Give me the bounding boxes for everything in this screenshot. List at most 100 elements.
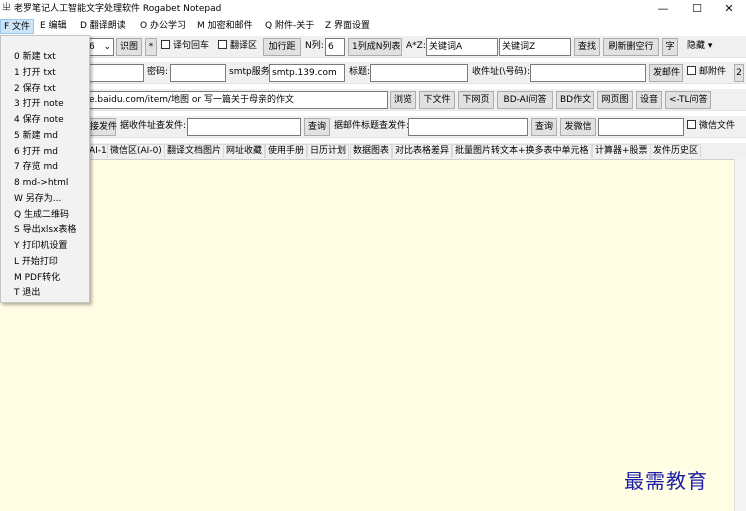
menu-bar: F 文件 E 编辑 D 翻译朗读 O 办公学习 M 加密和邮件 Q 附件-关于 … (0, 18, 746, 35)
subject-input[interactable] (370, 64, 468, 82)
menu-new-md[interactable]: 5 新建 md (14, 129, 58, 143)
bd-essay-button[interactable]: BD作文 (556, 91, 594, 109)
menu-attachment-about[interactable]: Q 附件-关于 (262, 19, 317, 34)
tab-strip: AI-1) 微信区(AI-0) 翻译文档图片 网址收藏 使用手册 日历计划 数据… (0, 143, 746, 159)
title-bar: ㄓ 老罗笔记人工智能文字处理软件 Rogabet Notepad — ☐ ✕ (0, 0, 746, 18)
recognize-image-button[interactable]: 识图 (116, 38, 142, 56)
search-by-subject-label: 据邮件标题查发件: (334, 121, 410, 131)
menu-start-print[interactable]: L 开始打印 (14, 255, 58, 269)
email-account-input[interactable] (86, 64, 144, 82)
maximize-button[interactable]: ☐ (680, 0, 714, 18)
chevron-down-icon: ⌄ (103, 42, 111, 52)
n-cols-input[interactable]: 6 (325, 38, 345, 56)
extra-button[interactable]: 2 (734, 64, 744, 82)
password-input[interactable] (170, 64, 226, 82)
menu-translate[interactable]: D 翻译朗读 (77, 19, 129, 34)
one-to-n-cols-button[interactable]: 1列成N列表 (348, 38, 402, 56)
menu-file[interactable]: F 文件 (0, 19, 35, 34)
checkbox-icon (218, 40, 227, 49)
toolbar-query: 接发件 据收件址查发件: 查询 据邮件标题查发件: 查询 发微信 微信文件 (0, 116, 746, 138)
menu-printer-settings[interactable]: Y 打印机设置 (14, 239, 67, 253)
tab-calculator-stocks[interactable]: 计算器+股票 (592, 144, 651, 158)
wechat-file-checkbox[interactable]: 微信文件 (686, 118, 736, 136)
menu-save-note[interactable]: 4 保存 note (14, 113, 64, 127)
browse-button[interactable]: 浏览 (390, 91, 416, 109)
download-page-button[interactable]: 下网页 (458, 91, 494, 109)
minimize-button[interactable]: — (646, 0, 680, 18)
menu-office[interactable]: O 办公学习 (137, 19, 189, 34)
mail-attachment-checkbox[interactable]: 邮附件 (686, 64, 727, 82)
checkbox-icon (687, 66, 696, 75)
line-spacing-button[interactable]: 加行距 (263, 38, 301, 56)
download-file-button[interactable]: 下文件 (419, 91, 455, 109)
char-button[interactable]: 字 (662, 38, 678, 56)
refresh-remove-blank-button[interactable]: 刷新删空行 (603, 38, 659, 56)
tab-batch-image-text[interactable]: 批量图片转文本+换多表中单元格 (452, 144, 592, 158)
send-mail-button[interactable]: 发邮件 (649, 64, 683, 82)
menu-open-md[interactable]: 6 打开 md (14, 145, 58, 159)
wechat-input[interactable] (598, 118, 684, 136)
tab-send-history[interactable]: 发件历史区 (650, 144, 702, 158)
menu-ui-settings[interactable]: Z 界面设置 (322, 19, 373, 34)
keyword-z-input[interactable]: 关键词Z (499, 38, 571, 56)
subject-label: 标题: (349, 67, 371, 77)
toolbar-format: 6 ⌄ 识图 * 译句回车 翻译区 加行距 N列: 6 1列成N列表 A*Z: 关… (0, 36, 746, 58)
search-by-sender-label: 据收件址查发件: (120, 121, 187, 131)
tab-bookmarks[interactable]: 网址收藏 (223, 144, 266, 158)
receive-send-button[interactable]: 接发件 (86, 118, 117, 136)
menu-pdf-convert[interactable]: M PDF转化 (14, 271, 60, 285)
wrap-sentence-checkbox[interactable]: 译句回车 (160, 38, 210, 56)
menu-encrypt-mail[interactable]: M 加密和邮件 (194, 19, 256, 34)
wechat-file-label: 微信文件 (699, 121, 736, 131)
menu-preview-md[interactable]: 7 存览 md (14, 160, 58, 174)
smtp-input[interactable]: smtp.139.com (269, 64, 345, 82)
search-subject-input[interactable] (408, 118, 528, 136)
send-wechat-button[interactable]: 发微信 (560, 118, 596, 136)
az-label: A*Z: (406, 41, 426, 51)
chevron-down-icon: ▾ (707, 41, 713, 51)
translate-area-checkbox[interactable]: 翻译区 (217, 38, 258, 56)
webpage-image-button[interactable]: 网页图 (597, 91, 633, 109)
tab-data-charts[interactable]: 数据图表 (350, 144, 393, 158)
tl-qa-button[interactable]: <-TL问答 (665, 91, 711, 109)
star-button[interactable]: * (145, 38, 157, 56)
menu-md-to-html[interactable]: 8 md->html (14, 176, 68, 190)
menu-open-note[interactable]: 3 打开 note (14, 97, 64, 111)
find-button[interactable]: 查找 (574, 38, 600, 56)
menu-save-txt[interactable]: 2 保存 txt (14, 82, 56, 96)
n-cols-label: N列: (305, 41, 324, 51)
translate-area-label: 翻译区 (230, 41, 258, 51)
url-input[interactable]: e.baidu.com/item/地图 or 写一篇关于母亲的作文 (86, 91, 388, 109)
menu-generate-qrcode[interactable]: Q 生成二维码 (14, 208, 69, 222)
tab-wechat-area[interactable]: 微信区(AI-0) (107, 144, 165, 158)
toolbar-web: e.baidu.com/item/地图 or 写一篇关于母亲的作文 浏览 下文件… (0, 89, 746, 111)
tab-compare-tables[interactable]: 对比表格差异 (392, 144, 453, 158)
query-subject-button[interactable]: 查询 (531, 118, 557, 136)
font-size-select[interactable]: 6 ⌄ (86, 38, 114, 56)
wrap-sentence-label: 译句回车 (173, 41, 210, 51)
menu-exit[interactable]: T 退出 (14, 286, 40, 300)
hide-dropdown[interactable]: 隐藏 ▾ (686, 38, 713, 56)
text-editor[interactable] (0, 159, 734, 511)
bd-ai-qa-button[interactable]: BD-AI问答 (497, 91, 553, 109)
query-sender-button[interactable]: 查询 (304, 118, 330, 136)
toolbar-mail: 密码: smtp服务 smtp.139.com 标题: 收件址(\号码): 发邮… (0, 62, 746, 84)
recipient-label: 收件址(\号码): (472, 67, 531, 77)
close-button[interactable]: ✕ (712, 0, 746, 18)
menu-new-txt[interactable]: 0 新建 txt (14, 50, 56, 64)
menu-open-txt[interactable]: 1 打开 txt (14, 66, 56, 80)
recipient-input[interactable] (530, 64, 646, 82)
menu-edit[interactable]: E 编辑 (37, 19, 70, 34)
keyword-a-input[interactable]: 关键词A (426, 38, 498, 56)
tab-translate-docs[interactable]: 翻译文档图片 (164, 144, 225, 158)
mail-attachment-label: 邮附件 (699, 67, 727, 77)
search-sender-input[interactable] (187, 118, 301, 136)
tab-manual[interactable]: 使用手册 (265, 144, 308, 158)
tab-calendar[interactable]: 日历计划 (307, 144, 350, 158)
vertical-scrollbar[interactable] (734, 159, 746, 511)
set-sound-button[interactable]: 设音 (636, 91, 662, 109)
checkbox-icon (687, 120, 696, 129)
window-title: 老罗笔记人工智能文字处理软件 Rogabet Notepad (14, 4, 222, 14)
menu-export-xlsx[interactable]: S 导出xlsx表格 (14, 223, 76, 237)
menu-save-as[interactable]: W 另存为... (14, 192, 61, 206)
